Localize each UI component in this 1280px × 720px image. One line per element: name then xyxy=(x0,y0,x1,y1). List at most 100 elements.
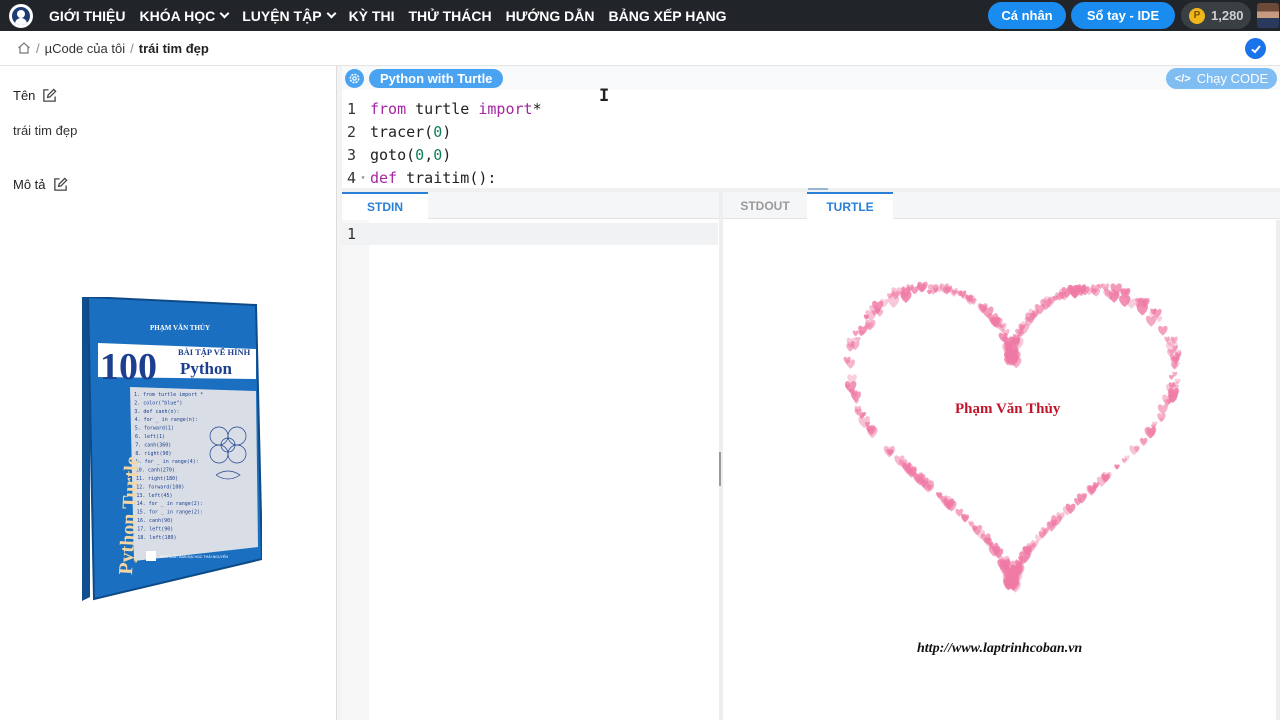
small-heart-mark xyxy=(1169,374,1174,380)
book-code-line: 2. color("blue") xyxy=(134,400,182,406)
book-code-line: 17. left(90) xyxy=(137,526,173,532)
nav-item-label: KHÓA HỌC xyxy=(139,7,216,24)
book-code-line: 6. left(1) xyxy=(135,434,165,440)
book-code-line: 15. for _ in range(2): xyxy=(137,510,203,516)
code-token: ) xyxy=(442,122,452,141)
small-heart-mark xyxy=(852,330,859,337)
book-number: 100 xyxy=(100,346,157,388)
edit-name-icon[interactable] xyxy=(42,88,57,103)
coin-count: 1,280 xyxy=(1211,8,1244,23)
home-icon[interactable] xyxy=(17,41,31,55)
book-code-line: 3. def canh(n): xyxy=(134,409,179,415)
line-number: 2 xyxy=(346,122,356,141)
book-code-line: 16. canh(90) xyxy=(137,518,173,524)
code-token: 0 xyxy=(415,145,425,164)
avatar[interactable] xyxy=(1257,3,1279,28)
splitter-grip[interactable] xyxy=(808,188,828,190)
book-code-line: 8. right(90) xyxy=(135,451,171,457)
coin-balance[interactable]: P 1,280 xyxy=(1181,2,1251,29)
nav-item-3[interactable]: KỲ THI xyxy=(349,8,395,24)
notebook-ide-button[interactable]: Sổ tay - IDE xyxy=(1071,2,1175,29)
book-author: PHẠM VĂN THỦY xyxy=(150,324,210,332)
nav-item-label: BẢNG XẾP HẠNG xyxy=(608,7,727,24)
edit-description-icon[interactable] xyxy=(53,177,68,192)
nav-item-1[interactable]: KHÓA HỌC xyxy=(139,7,230,24)
code-line[interactable]: 4 ▾ def traitim (): xyxy=(342,166,496,189)
description-field-label: Mô tả xyxy=(13,177,68,192)
code-token: tracer( xyxy=(370,122,434,141)
code-token: import xyxy=(478,99,533,118)
small-heart-mark xyxy=(910,286,919,295)
nav-item-label: GIỚI THIỆU xyxy=(49,7,126,24)
output-scrollbar[interactable] xyxy=(1276,220,1280,720)
code-token: turtle xyxy=(406,99,479,118)
code-token: 0 xyxy=(433,145,443,164)
code-token: ) xyxy=(442,145,452,164)
small-heart-mark xyxy=(855,336,861,343)
fold-arrow-icon[interactable]: ▾ xyxy=(356,173,370,182)
small-heart-mark xyxy=(1156,316,1163,323)
nav-item-6[interactable]: BẢNG XẾP HẠNG xyxy=(609,8,727,24)
language-badge[interactable]: Python with Turtle xyxy=(369,69,504,88)
code-token: , xyxy=(424,145,434,164)
project-name-value: trái tim đẹp xyxy=(13,123,78,138)
book-code-line: 18. left(180) xyxy=(137,535,176,541)
book-subtitle: BÀI TẬP VẼ HÌNH xyxy=(178,347,251,357)
name-label: Tên xyxy=(13,88,36,103)
small-heart-mark xyxy=(1157,413,1166,422)
code-token: * xyxy=(532,99,542,118)
book-code-line: 1. from turtle import * xyxy=(134,392,203,398)
user-logo-icon xyxy=(12,6,30,25)
run-code-button[interactable]: </> Chạy CODE xyxy=(1166,68,1277,89)
io-splitter-grip[interactable] xyxy=(719,452,721,486)
breadcrumb-separator: / xyxy=(130,40,134,56)
small-heart-mark xyxy=(1162,394,1173,406)
breadcrumb-item-mycode[interactable]: µCode của tôi xyxy=(45,41,125,56)
chevron-down-icon xyxy=(326,8,337,19)
code-line[interactable]: 3 goto(0, 0) xyxy=(342,143,451,166)
project-info-panel: Tên trái tim đẹp Mô tả PHẠM VĂN THỦY 100… xyxy=(0,66,337,720)
book-code-line: 4. for _ in range(n): xyxy=(135,417,198,423)
settings-gear-icon[interactable] xyxy=(345,69,364,88)
stdin-panel: STDIN 1 xyxy=(342,192,719,720)
small-heart-mark xyxy=(1129,445,1139,456)
code-icon: </> xyxy=(1174,72,1191,85)
book-code-line: 12. forward(100) xyxy=(136,484,184,490)
turtle-author-text: Phạm Văn Thủy xyxy=(955,401,1061,417)
nav-item-0[interactable]: GIỚI THIỆU xyxy=(49,8,126,24)
book-code-line: 11. right(180) xyxy=(136,476,178,482)
code-token: traitim xyxy=(397,168,470,187)
breadcrumb: / µCode của tôi / trái tim đẹp xyxy=(0,31,1280,66)
small-heart-mark xyxy=(917,281,928,293)
small-heart-mark xyxy=(1126,298,1137,309)
stdin-line-number: 1 xyxy=(346,225,356,243)
coin-icon: P xyxy=(1189,7,1205,24)
book-language: Python xyxy=(180,359,233,378)
nav-item-4[interactable]: THỬ THÁCH xyxy=(408,8,491,24)
code-editor[interactable]: 1 from turtle import * 2 tracer(0) 3 goto(0, 0)… xyxy=(342,97,1280,188)
code-token: goto( xyxy=(370,145,416,164)
nav-item-5[interactable]: HƯỚNG DẪN xyxy=(506,8,595,24)
code-line[interactable]: 1 from turtle import * xyxy=(342,97,542,120)
stdin-input[interactable]: 1 xyxy=(342,223,718,245)
book-code-line: 14. for _ in range(2): xyxy=(137,501,203,507)
nav-item-label: KỲ THI xyxy=(348,7,395,24)
personal-button[interactable]: Cá nhân xyxy=(988,2,1066,29)
tab-turtle[interactable]: TURTLE xyxy=(807,192,893,219)
nav-item-label: HƯỚNG DẪN xyxy=(505,7,595,24)
main-nav: GIỚI THIỆU KHÓA HỌC LUYỆN TẬP KỲ THI THỬ THÁ… xyxy=(49,8,741,24)
code-token: def xyxy=(370,168,398,187)
line-number: 3 xyxy=(346,145,356,164)
nav-item-2[interactable]: LUYỆN TẬP xyxy=(242,8,337,24)
saved-check-icon[interactable] xyxy=(1245,38,1266,59)
code-line[interactable]: 2 tracer(0) xyxy=(342,120,451,143)
turtle-heart-drawing xyxy=(843,281,1182,593)
code-token: (): xyxy=(469,168,497,187)
site-logo[interactable] xyxy=(9,3,33,28)
breadcrumb-separator: / xyxy=(36,40,40,56)
tab-stdout[interactable]: STDOUT xyxy=(723,192,807,219)
book-code-line: 5. forward(1) xyxy=(135,426,174,432)
book-code-line: 13. left(45) xyxy=(136,493,172,499)
small-heart-mark xyxy=(1157,404,1168,415)
tab-stdin[interactable]: STDIN xyxy=(342,192,428,219)
